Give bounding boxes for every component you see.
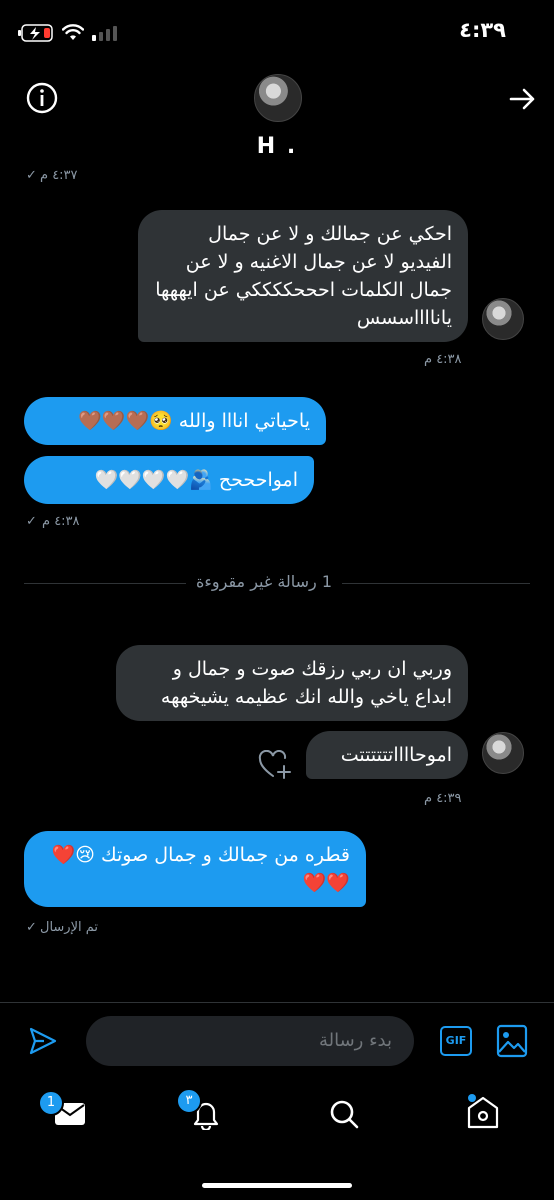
home-icon [467,1094,499,1129]
message-time: ٤:٣٨ م [424,352,462,367]
message-text: وربي ان ربي رزقك صوت و جمال و ابداع ياخي… [160,658,452,708]
read-check-icon: ✓ [26,168,37,183]
image-button[interactable] [496,1024,528,1062]
home-indicator [202,1183,352,1188]
status-icons [18,24,118,42]
message-text: اموحااااتتتتتتت [340,744,452,766]
info-icon [26,82,58,114]
sender-avatar[interactable] [482,298,524,340]
sent-message[interactable]: امواحححح 🫂🤍🤍🤍🤍 [24,456,314,504]
tab-home[interactable] [466,1094,500,1134]
back-button[interactable] [508,84,538,118]
search-icon [330,1100,359,1129]
tab-messages[interactable]: 1 [38,1090,86,1132]
sent-message[interactable]: ياحياتي انااا والله 🥺🤎🤎🤎 [24,397,326,445]
message-time: ٤:٣٨ م [42,514,80,529]
arrow-right-icon [509,88,535,110]
read-check-icon: ✓ [26,920,37,935]
message-status: تم الإرسال [40,920,99,935]
gif-button[interactable]: GIF [440,1026,472,1056]
message-time: ٤:٣٩ م [424,791,462,806]
contact-name: H . [256,134,298,159]
message-text: احكي عن جمالك و لا عن جمال الفيديو لا عن… [155,223,452,329]
sender-avatar[interactable] [482,732,524,774]
received-message[interactable]: احكي عن جمالك و لا عن جمال الفيديو لا عن… [138,210,468,342]
gif-label: GIF [445,1034,467,1047]
contact-avatar[interactable] [254,74,302,122]
sent-message[interactable]: قطره من جمالك و جمال صوتك 😢❤️❤️❤️ [24,831,366,907]
received-message[interactable]: اموحااااتتتتتتت [306,731,468,779]
message-text: ياحياتي انااا والله 🥺🤎🤎🤎 [78,410,310,432]
send-icon [29,1027,57,1055]
message-input[interactable]: بدء رسالة [86,1016,414,1066]
info-button[interactable] [26,82,58,118]
unread-divider: 1 رسالة غير مقروءة [186,572,343,591]
message-text: امواحححح 🫂🤍🤍🤍🤍 [94,469,298,491]
read-check-icon: ✓ [26,514,37,529]
tab-notifications[interactable]: ٣ [176,1088,222,1134]
message-text: قطره من جمالك و جمال صوتك 😢❤️❤️❤️ [51,844,350,894]
send-button[interactable] [28,1026,58,1060]
status-time: ٤:٣٩ [459,18,506,42]
heart-plus-icon [258,749,291,779]
received-message[interactable]: وربي ان ربي رزقك صوت و جمال و ابداع ياخي… [116,645,468,721]
tab-search[interactable] [328,1098,360,1134]
image-icon [496,1024,528,1058]
messages-badge: 1 [38,1090,64,1116]
signal-icon [92,26,117,41]
notifications-badge: ٣ [176,1088,202,1114]
battery-icon [18,24,53,42]
message-time: ٤:٣٧ م [40,168,78,183]
add-reaction-button[interactable] [258,749,292,784]
wifi-icon [62,24,84,40]
